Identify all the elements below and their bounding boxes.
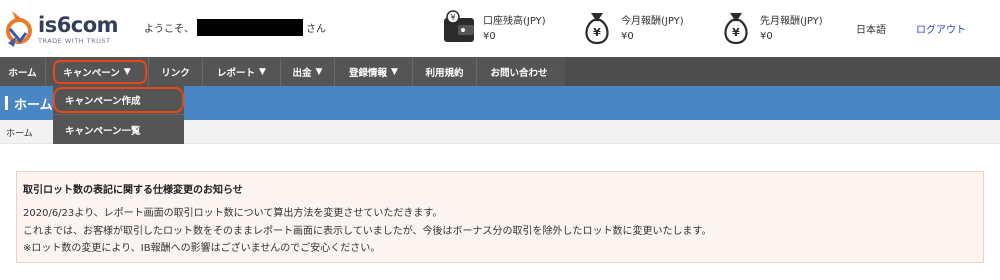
logo-text: is6com <box>38 13 119 37</box>
logout-link[interactable]: ログアウト <box>916 21 966 36</box>
wallet-icon: ¥ <box>444 10 474 42</box>
this-month-reward-value: ¥0 <box>621 31 634 42</box>
nav-items: ホーム キャンペーン ▼ リンク レポート ▼ 出金 ▼ 登録情報 ▼ 利用規約… <box>0 57 565 86</box>
logo-icon <box>6 11 32 47</box>
notice-line: 2020/6/23より、レポート画面の取引ロット数について算出方法を変更させてい… <box>23 208 443 219</box>
nav-item-label: 登録情報 <box>349 67 388 79</box>
notice-box: 取引ロット数の表記に関する仕様変更のお知らせ 2020/6/23より、レポート画… <box>16 171 984 263</box>
nav-item-label: キャンペーン <box>63 67 120 79</box>
nav-item-label: レポート <box>217 67 256 79</box>
dropdown-item-create-campaign[interactable]: キャンペーン作成 <box>53 86 184 115</box>
welcome-suffix: さん <box>306 24 326 35</box>
nav-item-label: 利用規約 <box>425 67 464 79</box>
nav-item-link[interactable]: リンク <box>149 57 203 86</box>
logo-tagline: TRADE WITH TRUST <box>38 37 111 45</box>
notice-title: 取引ロット数の表記に関する仕様変更のお知らせ <box>23 185 243 196</box>
nav-item-home[interactable]: ホーム <box>0 57 46 86</box>
caret-down-icon: ▼ <box>315 66 323 77</box>
main-nav: ホーム キャンペーン ▼ リンク レポート ▼ 出金 ▼ 登録情報 ▼ 利用規約… <box>0 57 1000 86</box>
nav-item-label: 出金 <box>292 67 312 79</box>
balance-value: ¥0 <box>483 31 496 42</box>
nav-item-withdrawal[interactable]: 出金 ▼ <box>281 57 335 86</box>
header: is6com TRADE WITH TRUST ようこそ、 さん ¥ 口座残高(… <box>0 0 1000 57</box>
svg-text:¥: ¥ <box>732 26 740 39</box>
dropdown-item-campaign-list[interactable]: キャンペーン一覧 <box>53 115 184 144</box>
svg-text:¥: ¥ <box>450 13 455 22</box>
caret-down-icon: ▼ <box>123 66 131 77</box>
caret-down-icon: ▼ <box>391 66 398 77</box>
caret-down-icon: ▼ <box>259 66 266 77</box>
notice-line: ※ロット数の変更により、IB報酬への影響はございませんのでご安心ください。 <box>23 243 381 254</box>
campaign-dropdown: キャンペーン作成 キャンペーン一覧 <box>53 86 184 144</box>
nav-item-label: リンク <box>161 67 190 79</box>
svg-text:¥: ¥ <box>593 26 601 39</box>
nav-item-registration[interactable]: 登録情報 ▼ <box>335 57 413 86</box>
nav-item-terms[interactable]: 利用規約 <box>413 57 477 86</box>
breadcrumb-home[interactable]: ホーム <box>6 126 33 139</box>
nav-item-label: ホーム <box>8 67 37 79</box>
logo[interactable]: is6com TRADE WITH TRUST <box>4 7 119 49</box>
money-bag-icon: ¥ <box>585 13 609 45</box>
money-bag-icon: ¥ <box>724 13 748 45</box>
notice-line: これまでは、お客様が取引したロット数をそのままレポート画面に表示していましたが、… <box>23 226 712 237</box>
nav-item-contact[interactable]: お問い合わせ <box>477 57 561 86</box>
dropdown-item-label: キャンペーン作成 <box>65 96 141 107</box>
redacted-username <box>197 19 303 36</box>
nav-item-report[interactable]: レポート ▼ <box>203 57 281 86</box>
welcome-message: ようこそ、 さん <box>144 19 326 36</box>
last-month-reward-value: ¥0 <box>760 31 773 42</box>
welcome-prefix: ようこそ、 <box>144 24 194 35</box>
balance-label: 口座残高(JPY) <box>483 16 546 27</box>
this-month-reward-label: 今月報酬(JPY) <box>621 16 684 27</box>
nav-item-campaign[interactable]: キャンペーン ▼ <box>46 57 149 86</box>
last-month-reward-label: 先月報酬(JPY) <box>760 16 823 27</box>
nav-item-label: お問い合わせ <box>490 67 548 79</box>
page-title: ホーム <box>14 98 53 113</box>
language-selector[interactable]: 日本語 <box>856 21 886 36</box>
title-accent <box>5 96 8 110</box>
dropdown-item-label: キャンペーン一覧 <box>65 125 141 137</box>
